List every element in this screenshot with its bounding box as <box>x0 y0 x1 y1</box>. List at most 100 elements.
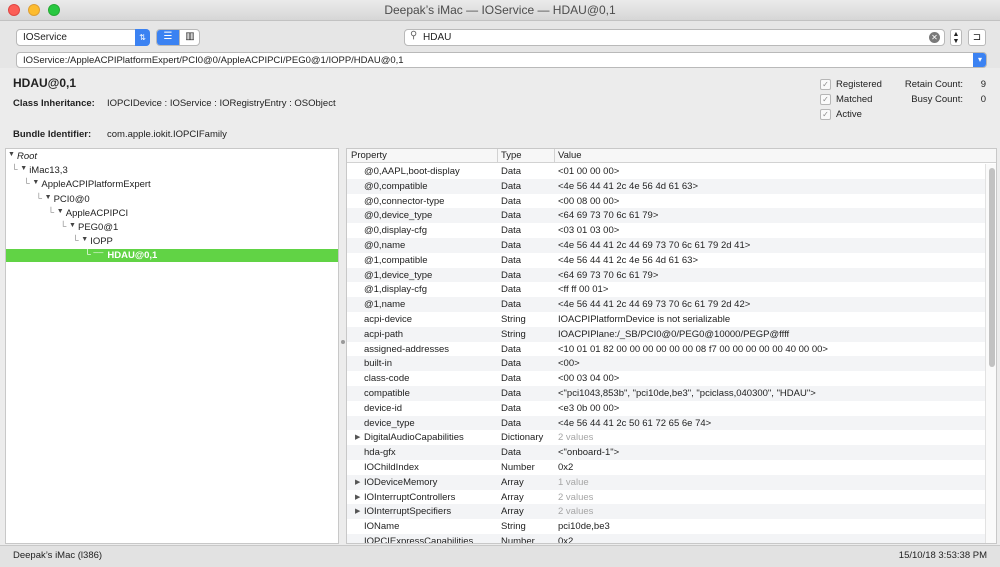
retain-count-value: 9 <box>980 79 986 90</box>
table-row[interactable]: hda-gfx Data <"onboard-1"> <box>347 445 985 460</box>
value-cell: <4e 56 44 41 2c 4e 56 4d 61 63> <box>558 180 698 192</box>
disclosure-triangle-icon[interactable]: ▼ <box>45 194 52 201</box>
disclosure-triangle-icon[interactable]: ▶ <box>355 433 360 441</box>
table-row[interactable]: ▶ IOInterruptControllers Array 2 values <box>347 490 985 505</box>
table-row[interactable]: device-id Data <e3 0b 00 00> <box>347 401 985 416</box>
value-cell: <00 08 00 00> <box>558 195 620 207</box>
disclosure-triangle-icon[interactable]: ▼ <box>20 165 27 172</box>
tree-node-label: IOPP <box>90 236 113 248</box>
disclosure-triangle-icon[interactable]: ▼ <box>32 179 39 186</box>
tree-node[interactable]: └ ── HDAU@0,1 <box>6 249 338 263</box>
tree-node-label: AppleACPIPCI <box>65 207 129 219</box>
table-row[interactable]: @1,device_type Data <64 69 73 70 6c 61 79> <box>347 267 985 283</box>
type-cell: Data <box>501 195 522 207</box>
disclosure-triangle-icon[interactable]: ▶ <box>355 493 360 501</box>
search-stepper[interactable]: ▲ ▼ <box>950 29 962 46</box>
property-cell: @0,AAPL,boot-display <box>364 166 460 177</box>
active-label: Active <box>836 109 862 120</box>
type-cell: Data <box>501 225 522 237</box>
table-row[interactable]: @1,display-cfg Data <ff ff 00 01> <box>347 282 985 297</box>
matched-label: Matched <box>836 94 873 105</box>
value-cell: IOACPIPlatformDevice is not serializable <box>558 314 731 325</box>
tree-node[interactable]: └ ▼ iMac13,3 <box>6 164 338 177</box>
value-cell: <03 01 03 00> <box>558 225 620 237</box>
tree-node[interactable]: └ ▼ IOPP <box>6 235 338 248</box>
property-cell: class-code <box>364 373 410 385</box>
disclosure-triangle-icon[interactable]: ▼ <box>8 151 15 158</box>
search-field[interactable]: ⚲ HDAU ✕ <box>404 29 945 46</box>
table-row[interactable]: @0,name Data <4e 56 44 41 2c 44 69 73 70 6… <box>347 238 985 253</box>
property-cell: IOInterruptSpecifiers <box>364 506 452 518</box>
table-row[interactable]: @0,compatible Data <4e 56 44 41 2c 4e 56 4… <box>347 178 985 194</box>
scrollbar-thumb[interactable] <box>989 168 995 367</box>
table-row[interactable]: @0,device_type Data <64 69 73 70 6c 61 79> <box>347 208 985 224</box>
class-inheritance-label: Class Inheritance: <box>13 98 95 109</box>
disclosure-triangle-icon[interactable]: ▶ <box>355 507 360 515</box>
tree-node[interactable]: └ ▼ PCI0@0 <box>6 193 338 206</box>
pin-icon[interactable]: ⊐ <box>968 29 986 46</box>
tree-connector: └ <box>72 235 79 246</box>
path-field[interactable]: IOService:/AppleACPIPlatformExpert/PCI0@… <box>16 52 987 68</box>
table-row[interactable]: @0,display-cfg Data <03 01 03 00> <box>347 223 985 238</box>
plane-select[interactable]: IOService ⇅ <box>16 29 150 46</box>
plane-select-value: IOService <box>23 32 67 43</box>
table-row[interactable]: IOChildIndex Number 0x2 <box>347 460 985 475</box>
tree-node-label: PCI0@0 <box>53 193 90 205</box>
disclosure-triangle-icon[interactable]: ▼ <box>81 236 88 243</box>
type-cell: Data <box>501 180 522 192</box>
type-cell: Array <box>501 506 524 518</box>
tree-node[interactable]: └ ▼ PEG0@1 <box>6 221 338 234</box>
property-cell: IOChildIndex <box>364 462 419 473</box>
view-mode-control[interactable]: ☰ ▥ <box>156 29 200 46</box>
column-header-type[interactable]: Type <box>497 150 522 161</box>
table-row[interactable]: IOName String pci10de,be3 <box>347 519 985 534</box>
matched-checkbox: ✓ <box>820 94 831 105</box>
type-cell: Data <box>501 166 522 177</box>
table-row[interactable]: IOPCIExpressCapabilities Number 0x2 <box>347 534 985 544</box>
value-cell: <64 69 73 70 6c 61 79> <box>558 269 659 281</box>
column-view-icon[interactable]: ▥ <box>179 30 199 45</box>
table-row[interactable]: @0,AAPL,boot-display Data <01 00 00 00> <box>347 164 985 179</box>
registry-tree[interactable]: ▼ Root └ ▼ iMac13,3 └ ▼ AppleACPIPlatformExpert… <box>5 148 339 544</box>
clear-search-icon[interactable]: ✕ <box>929 32 940 43</box>
search-input-value: HDAU <box>423 32 452 43</box>
toolbar: IOService ⇅ ☰ ▥ ⚲ HDAU ✕ ▲ ▼ ⊐ IOService:… <box>0 21 1000 68</box>
tree-node[interactable]: └ ▼ AppleACPIPlatformExpert <box>6 178 338 191</box>
disclosure-triangle-icon[interactable]: ▼ <box>57 208 64 215</box>
table-row[interactable]: @1,compatible Data <4e 56 44 41 2c 4e 56 4… <box>347 253 985 268</box>
column-header-property[interactable]: Property <box>347 150 387 161</box>
properties-table[interactable]: Property Type Value @0,AAPL,boot-display… <box>346 148 997 544</box>
property-cell: @0,display-cfg <box>364 225 427 237</box>
table-row[interactable]: @1,name Data <4e 56 44 41 2c 44 69 73 70 6… <box>347 297 985 312</box>
tree-connector: └ <box>23 178 30 189</box>
active-checkbox: ✓ <box>820 109 831 120</box>
property-cell: DigitalAudioCapabilities <box>364 432 464 444</box>
disclosure-triangle-icon[interactable]: ▶ <box>355 478 360 486</box>
table-row[interactable]: ▶ IODeviceMemory Array 1 value <box>347 474 985 490</box>
type-cell: Data <box>501 210 522 222</box>
property-cell: @1,device_type <box>364 269 433 281</box>
list-view-icon[interactable]: ☰ <box>157 30 179 45</box>
tree-node[interactable]: ▼ Root <box>6 150 338 163</box>
table-row[interactable]: ▶ DigitalAudioCapabilities Dictionary 2 val… <box>347 430 985 445</box>
table-row[interactable]: assigned-addresses Data <10 01 01 82 00 00… <box>347 342 985 357</box>
table-row[interactable]: built-in Data <00> <box>347 356 985 372</box>
table-row[interactable]: device_type Data <4e 56 44 41 2c 50 61 72 … <box>347 415 985 431</box>
table-row[interactable]: ▶ IOInterruptSpecifiers Array 2 values <box>347 504 985 520</box>
type-cell: String <box>501 328 526 340</box>
table-row[interactable]: acpi-path String IOACPIPlane:/_SB/PCI0@0/P… <box>347 326 985 342</box>
table-row[interactable]: @0,connector-type Data <00 08 00 00> <box>347 194 985 209</box>
value-cell: pci10de,be3 <box>558 521 610 533</box>
value-cell: <4e 56 44 41 2c 50 61 72 65 6e 74> <box>558 417 712 429</box>
chevron-down-icon[interactable]: ▾ <box>973 53 986 67</box>
disclosure-triangle-icon[interactable]: ▼ <box>69 222 76 229</box>
busy-count-value: 0 <box>980 94 986 105</box>
value-cell: <4e 56 44 41 2c 4e 56 4d 61 63> <box>558 254 698 266</box>
table-row[interactable]: acpi-device String IOACPIPlatformDevice is… <box>347 312 985 327</box>
vertical-scrollbar[interactable] <box>985 164 996 543</box>
tree-node[interactable]: └ ▼ AppleACPIPCI <box>6 207 338 220</box>
table-row[interactable]: class-code Data <00 03 04 00> <box>347 371 985 386</box>
table-row[interactable]: compatible Data <"pci1043,853b", "pci10de,… <box>347 386 985 401</box>
column-header-value[interactable]: Value <box>554 150 582 161</box>
type-cell: Number <box>501 536 535 544</box>
